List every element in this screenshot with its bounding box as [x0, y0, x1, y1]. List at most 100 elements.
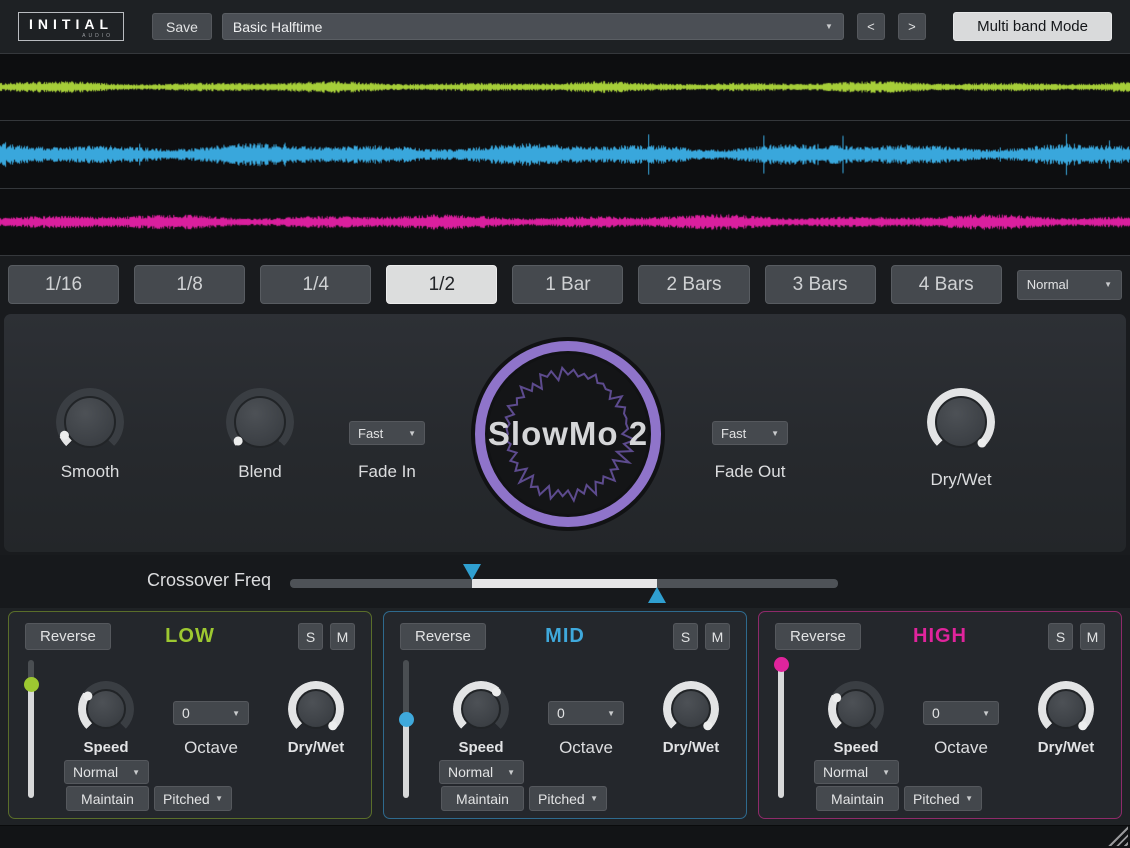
- rate-button-4-bars[interactable]: 4 Bars: [891, 265, 1002, 304]
- main-panel: Smooth Blend Fast ▼ Fade In SlowMo 2 Fas…: [4, 314, 1126, 552]
- solo-button[interactable]: S: [1048, 623, 1073, 650]
- mute-button[interactable]: M: [705, 623, 730, 650]
- speed-knob[interactable]: [828, 681, 884, 737]
- blend-knob[interactable]: [226, 388, 294, 456]
- speed-mode-select[interactable]: Normal ▼: [814, 760, 899, 784]
- fade-in-select[interactable]: Fast ▼: [349, 421, 425, 445]
- octave-value: 0: [557, 705, 565, 721]
- crossover-high-handle[interactable]: [648, 587, 666, 603]
- smooth-knob[interactable]: [56, 388, 124, 456]
- initial-audio-logo: INITIAL AUDIO: [18, 12, 124, 41]
- top-bar: INITIAL AUDIO Save Basic Halftime ▼ < > …: [0, 0, 1130, 53]
- multi-band-mode-button[interactable]: Multi band Mode: [953, 12, 1112, 41]
- speed-mode-value: Normal: [73, 764, 118, 780]
- preset-next-button[interactable]: >: [898, 13, 926, 40]
- rate-button-1-4[interactable]: 1/4: [260, 265, 371, 304]
- pitch-mode-value: Pitched: [538, 791, 585, 807]
- maintain-button[interactable]: Maintain: [66, 786, 149, 811]
- rate-button-2-bars[interactable]: 2 Bars: [638, 265, 749, 304]
- chevron-down-icon: ▼: [1104, 280, 1112, 289]
- dry-wet-label: Dry/Wet: [930, 470, 991, 490]
- solo-button[interactable]: S: [673, 623, 698, 650]
- fade-out-label: Fade Out: [715, 462, 786, 482]
- dry-wet-knob[interactable]: [927, 388, 995, 456]
- mute-button[interactable]: M: [330, 623, 355, 650]
- octave-select[interactable]: 0 ▼: [923, 701, 999, 725]
- octave-value: 0: [932, 705, 940, 721]
- octave-select[interactable]: 0 ▼: [548, 701, 624, 725]
- preset-select-value: Basic Halftime: [233, 19, 322, 35]
- speed-mode-select[interactable]: Normal ▼: [64, 760, 149, 784]
- rate-mode-select[interactable]: Normal ▼: [1017, 270, 1122, 300]
- octave-label: Octave: [934, 738, 988, 758]
- chevron-down-icon: ▼: [771, 429, 779, 438]
- chevron-down-icon: ▼: [408, 429, 416, 438]
- speed-label: Speed: [833, 739, 878, 756]
- speed-knob[interactable]: [78, 681, 134, 737]
- rate-button-row: 1/16 1/8 1/4 1/2 1 Bar 2 Bars 3 Bars 4 B…: [0, 257, 1130, 312]
- chevron-down-icon: ▼: [825, 22, 833, 31]
- band-level-slider[interactable]: [403, 660, 409, 798]
- mute-button[interactable]: M: [1080, 623, 1105, 650]
- crossover-low-handle[interactable]: [463, 564, 481, 580]
- speed-label: Speed: [83, 739, 128, 756]
- preset-prev-button[interactable]: <: [857, 13, 885, 40]
- crossover-slider[interactable]: [290, 579, 838, 588]
- band-dry-wet-label: Dry/Wet: [288, 739, 344, 756]
- chevron-down-icon: ▼: [590, 794, 598, 803]
- fade-out-value: Fast: [721, 426, 746, 441]
- band-dry-wet-knob[interactable]: [663, 681, 719, 737]
- slowmo2-logo-text: SlowMo 2: [488, 415, 648, 453]
- octave-label: Octave: [559, 738, 613, 758]
- band-dry-wet-label: Dry/Wet: [663, 739, 719, 756]
- rate-button-3-bars[interactable]: 3 Bars: [765, 265, 876, 304]
- rate-mode-value: Normal: [1027, 277, 1069, 292]
- pitch-mode-select[interactable]: Pitched ▼: [154, 786, 232, 811]
- octave-select[interactable]: 0 ▼: [173, 701, 249, 725]
- octave-value: 0: [182, 705, 190, 721]
- waveform-mid-band: [0, 121, 1130, 188]
- band-level-slider[interactable]: [778, 660, 784, 798]
- pitch-mode-select[interactable]: Pitched ▼: [904, 786, 982, 811]
- rate-button-1-16[interactable]: 1/16: [8, 265, 119, 304]
- speed-mode-value: Normal: [823, 764, 868, 780]
- maintain-button[interactable]: Maintain: [441, 786, 524, 811]
- bottom-bar: [0, 825, 1130, 848]
- band-level-slider-handle[interactable]: [24, 677, 39, 692]
- band-dry-wet-knob[interactable]: [288, 681, 344, 737]
- band-panels-row: Reverse LOW S M Speed 0 ▼ Octave Dry/Wet…: [0, 608, 1130, 825]
- preset-select[interactable]: Basic Halftime ▼: [222, 13, 844, 40]
- speed-mode-select[interactable]: Normal ▼: [439, 760, 524, 784]
- octave-label: Octave: [184, 738, 238, 758]
- band-level-slider-handle[interactable]: [774, 657, 789, 672]
- pitch-mode-value: Pitched: [163, 791, 210, 807]
- slowmo2-logo: SlowMo 2: [475, 341, 661, 527]
- fade-out-select[interactable]: Fast ▼: [712, 421, 788, 445]
- rate-button-1-2[interactable]: 1/2: [386, 265, 497, 304]
- chevron-down-icon: ▼: [507, 768, 515, 777]
- crossover-range-fill: [472, 579, 657, 588]
- band-panel-low: Reverse LOW S M Speed 0 ▼ Octave Dry/Wet…: [8, 611, 372, 819]
- solo-button[interactable]: S: [298, 623, 323, 650]
- pitch-mode-select[interactable]: Pitched ▼: [529, 786, 607, 811]
- main-controls-section: Smooth Blend Fast ▼ Fade In SlowMo 2 Fas…: [0, 312, 1130, 555]
- waveform-display: [0, 53, 1130, 256]
- band-panel-high: Reverse HIGH S M Speed 0 ▼ Octave Dry/We…: [758, 611, 1122, 819]
- rate-button-1-8[interactable]: 1/8: [134, 265, 245, 304]
- band-level-slider-handle[interactable]: [399, 712, 414, 727]
- save-button[interactable]: Save: [152, 13, 212, 40]
- band-dry-wet-knob[interactable]: [1038, 681, 1094, 737]
- logo-title: INITIAL: [29, 16, 113, 32]
- maintain-button[interactable]: Maintain: [816, 786, 899, 811]
- rate-button-1-bar[interactable]: 1 Bar: [512, 265, 623, 304]
- chevron-down-icon: ▼: [607, 709, 615, 718]
- pitch-mode-value: Pitched: [913, 791, 960, 807]
- crossover-section: Crossover Freq: [0, 555, 1130, 608]
- band-panel-mid: Reverse MID S M Speed 0 ▼ Octave Dry/Wet…: [383, 611, 747, 819]
- speed-knob[interactable]: [453, 681, 509, 737]
- band-level-slider[interactable]: [28, 660, 34, 798]
- resize-grip-icon[interactable]: [1104, 822, 1128, 846]
- chevron-down-icon: ▼: [132, 768, 140, 777]
- waveform-low-band: [0, 54, 1130, 121]
- blend-label: Blend: [238, 462, 281, 482]
